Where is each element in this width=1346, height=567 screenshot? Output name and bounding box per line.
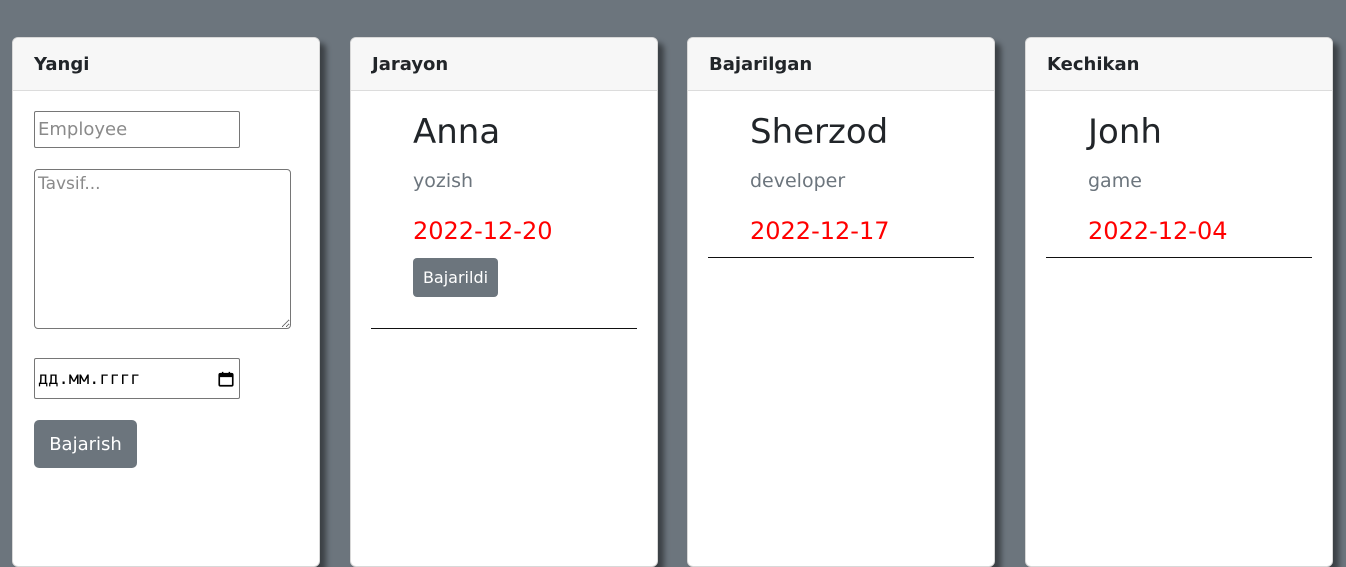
mark-done-button[interactable]: Bajarildi [413, 258, 498, 297]
task-employee-name: Sherzod [750, 112, 889, 152]
submit-button[interactable]: Bajarish [34, 420, 137, 468]
column-late: Kechikan Jonh game 2022-12-04 [1025, 37, 1333, 567]
date-input[interactable]: дд.мм.гггг [34, 358, 240, 399]
column-done: Bajarilgan Sherzod developer 2022-12-17 [687, 37, 995, 567]
column-title: Bajarilgan [688, 38, 994, 91]
task-description: game [1088, 170, 1142, 192]
task-description: developer [750, 170, 846, 192]
column-new: Yangi дд.мм.гггг Bajarish [12, 37, 320, 567]
task-deadline: 2022-12-20 [413, 217, 553, 245]
column-title: Yangi [13, 38, 319, 91]
task-deadline: 2022-12-04 [1088, 217, 1228, 245]
column-title: Kechikan [1026, 38, 1332, 91]
task-divider [1046, 257, 1312, 258]
description-textarea[interactable] [34, 169, 291, 329]
task-employee-name: Jonh [1088, 112, 1162, 152]
task-divider [708, 257, 974, 258]
date-input-placeholder: дд.мм.гггг [38, 368, 141, 389]
task-deadline: 2022-12-17 [750, 217, 890, 245]
column-progress: Jarayon Anna yozish 2022-12-20 Bajarildi [350, 37, 658, 567]
task-description: yozish [413, 170, 474, 192]
column-title: Jarayon [351, 38, 657, 91]
task-divider [371, 328, 637, 329]
calendar-icon[interactable] [217, 370, 235, 388]
task-employee-name: Anna [413, 112, 501, 152]
employee-input[interactable] [34, 111, 240, 148]
